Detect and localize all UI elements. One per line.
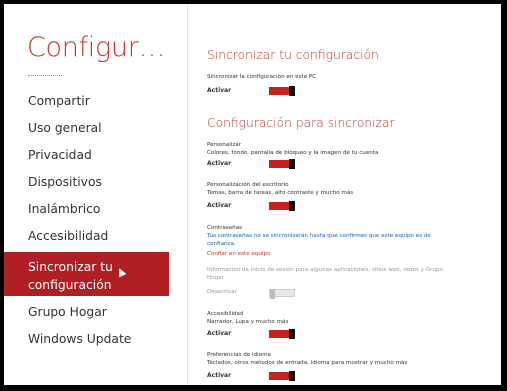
accessibility-state: Activar <box>207 330 232 337</box>
toggle-knob <box>289 201 295 211</box>
desktop-toggle[interactable] <box>269 201 295 211</box>
personalize-state: Activar <box>207 160 232 167</box>
passwords-title: Contraseñas <box>207 225 243 231</box>
toggle-knob <box>289 371 295 381</box>
sidebar-item-privacidad[interactable]: Privacidad <box>4 142 169 169</box>
settings-heading: Configuración para sincronizar <box>207 116 395 130</box>
toggle-knob <box>289 329 295 339</box>
trust-pc-link[interactable]: Confiar en este equipo <box>207 251 271 257</box>
desktop-state: Activar <box>207 202 232 209</box>
sync-heading: Sincronizar tu configuración <box>207 48 379 62</box>
sync-pc-toggle[interactable] <box>269 86 295 96</box>
sidebar-separator <box>28 75 62 76</box>
signin-desc-line1: Información de inicio de sesión para alg… <box>207 267 443 273</box>
language-state: Activar <box>207 372 232 379</box>
desktop-desc: Temas, barra de tareas, alto contraste y… <box>207 190 354 196</box>
personalize-desc: Colores, fondo, pantalla de bloqueo y la… <box>207 150 379 156</box>
sync-pc-state: Activar <box>207 87 232 94</box>
sidebar: Configur… Compartir Uso general Privacid… <box>4 4 188 385</box>
sidebar-item-uso-general[interactable]: Uso general <box>4 115 169 142</box>
desktop-title: Personalización del escritorio <box>207 182 289 188</box>
toggle-knob <box>289 159 295 169</box>
signin-toggle[interactable] <box>269 289 295 299</box>
sidebar-title: Configur… <box>27 32 166 63</box>
passwords-notice-line2: confianza. <box>207 241 236 247</box>
sidebar-nav: Compartir Uso general Privacidad Disposi… <box>4 88 169 353</box>
signin-state: Desactivar <box>207 289 237 295</box>
sidebar-item-accesibilidad[interactable]: Accesibilidad <box>4 223 169 250</box>
language-toggle[interactable] <box>269 371 295 381</box>
toggle-knob <box>270 289 275 299</box>
sidebar-item-windows-update[interactable]: Windows Update <box>4 326 169 353</box>
signin-desc-line2: Hogar <box>207 275 224 281</box>
toggle-knob <box>289 86 295 96</box>
sidebar-item-grupo-hogar[interactable]: Grupo Hogar <box>4 299 169 326</box>
passwords-notice-line1: Tus contraseñas no se sincronizarán hast… <box>207 233 431 239</box>
settings-window: Configur… Compartir Uso general Privacid… <box>4 4 501 385</box>
sidebar-item-dispositivos[interactable]: Dispositivos <box>4 169 169 196</box>
language-desc: Teclados, otros métodos de entrada, idio… <box>207 360 408 366</box>
sidebar-item-inalambrico[interactable]: Inalámbrico <box>4 196 169 223</box>
main-content: Sincronizar tu configuración Sincronizar… <box>207 4 497 385</box>
accessibility-desc: Narrador, Lupa y mucho más <box>207 319 289 325</box>
sidebar-item-sincronizar-line2: configuración <box>28 278 112 292</box>
personalize-title: Personalizar <box>207 142 241 148</box>
language-title: Preferencias de idioma <box>207 352 271 358</box>
sidebar-item-sincronizar[interactable]: Sincronizar tu configuración <box>4 252 169 296</box>
accessibility-title: Accesibilidad <box>207 311 244 317</box>
personalize-toggle[interactable] <box>269 159 295 169</box>
accessibility-toggle[interactable] <box>269 329 295 339</box>
sidebar-item-compartir[interactable]: Compartir <box>4 88 169 115</box>
scrollbar[interactable] <box>497 4 501 385</box>
sidebar-item-sincronizar-line1: Sincronizar tu <box>28 260 113 274</box>
sync-pc-label: Sincronizar la configuración en este PC <box>207 74 317 80</box>
